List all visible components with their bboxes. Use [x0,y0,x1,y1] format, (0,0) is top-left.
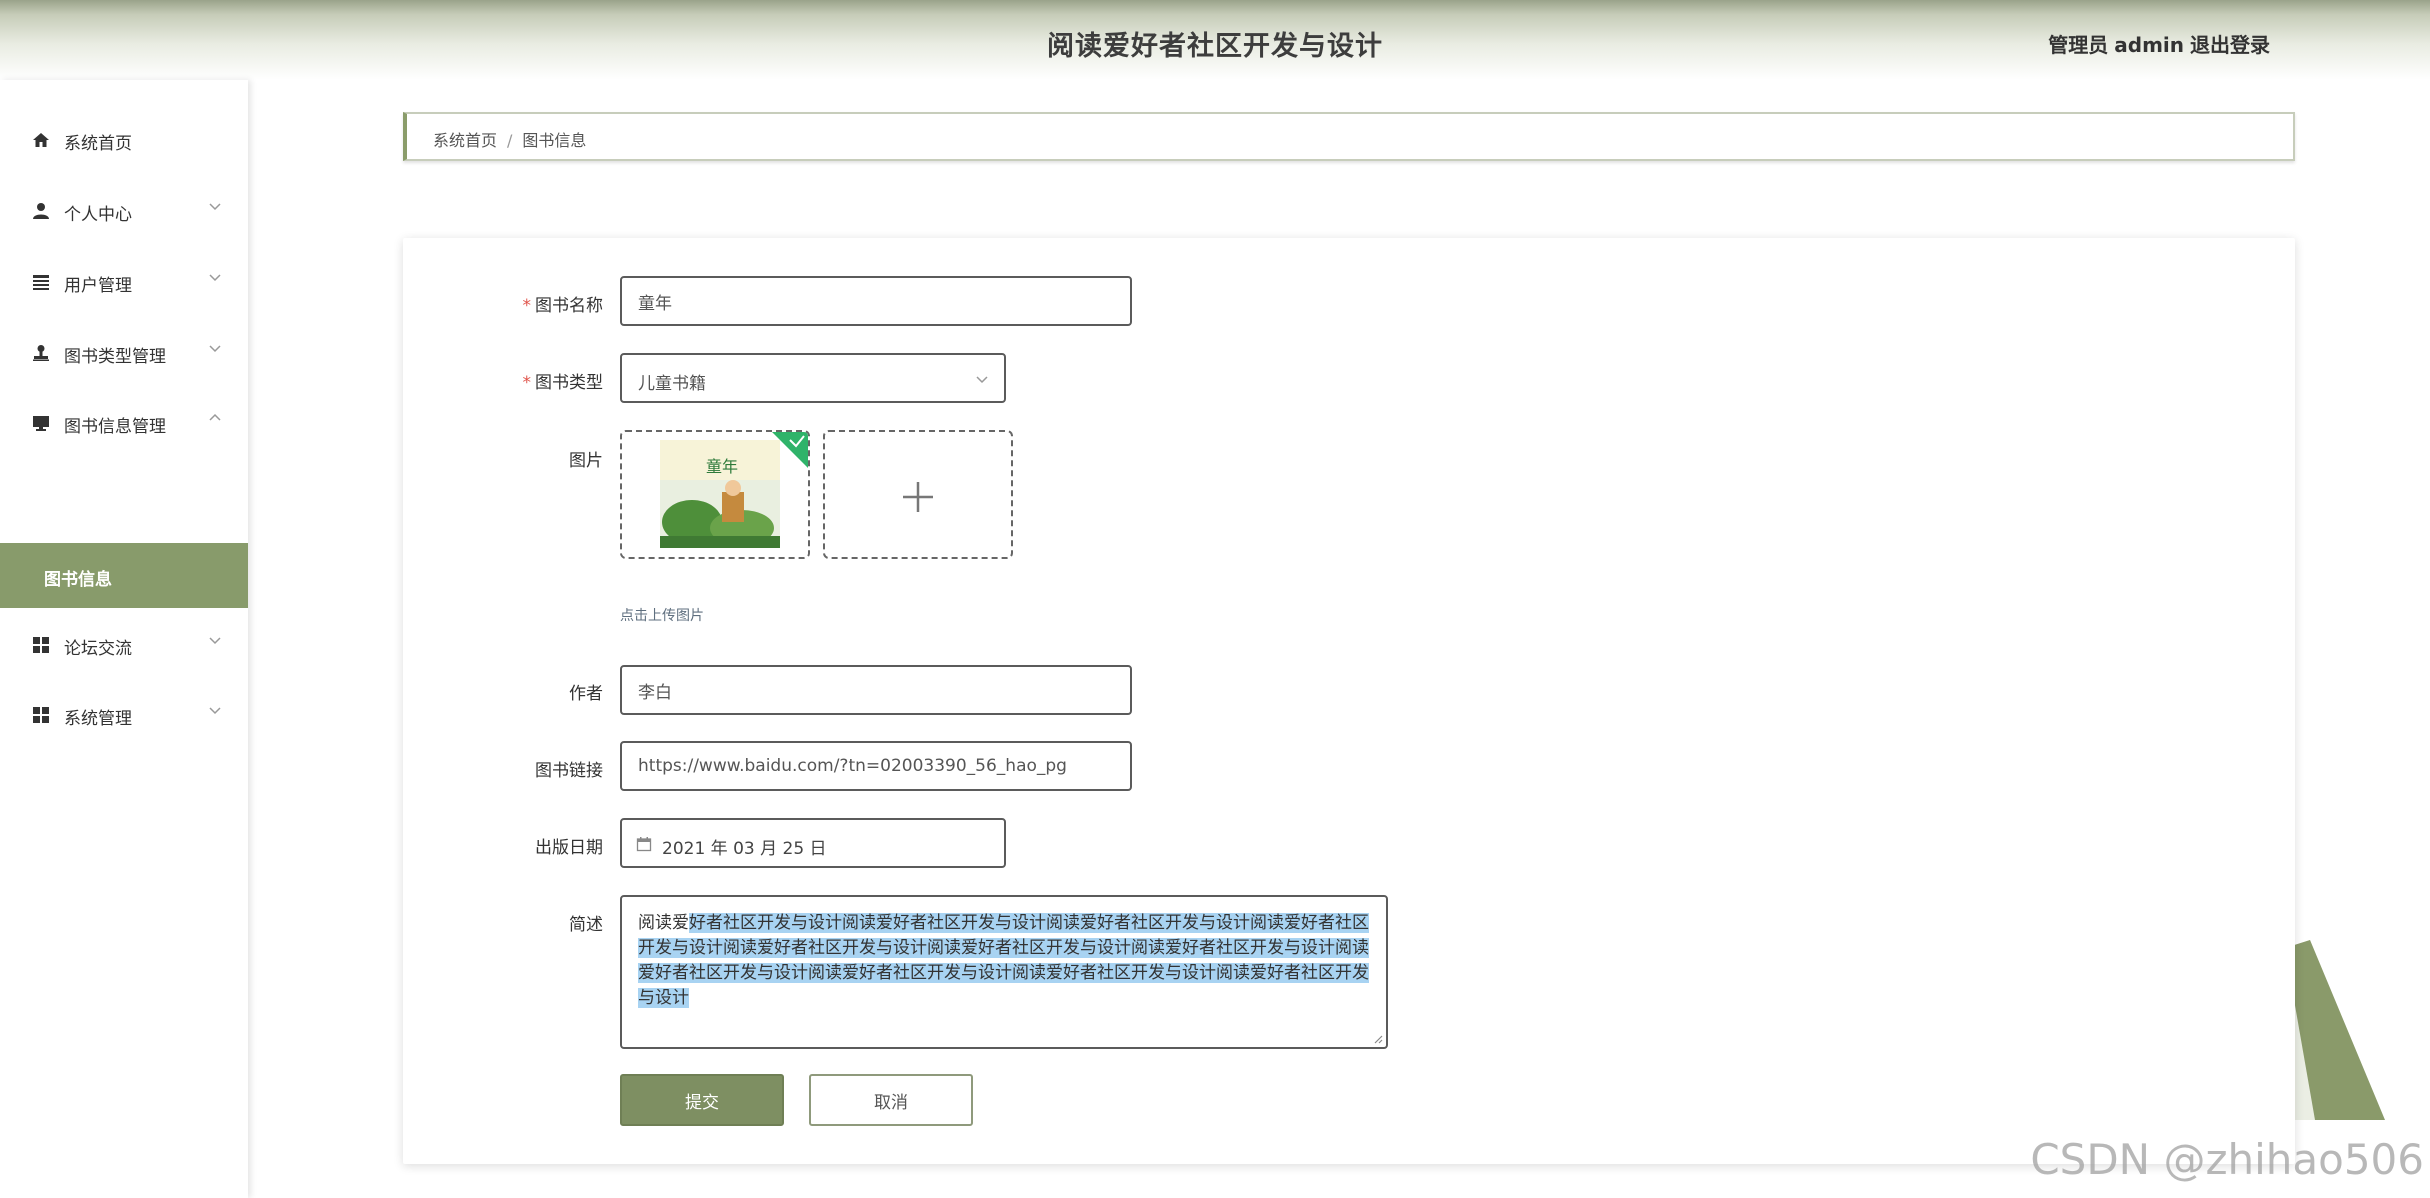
breadcrumb-separator: / [507,131,513,150]
book-type-select[interactable]: 儿童书籍 [620,353,1006,403]
logout-link[interactable]: 退出登录 [2190,33,2270,57]
book-name-label: * 图书名称 [522,296,604,316]
submit-button[interactable]: 提交 [620,1074,784,1126]
book-form-card: *图书名称 *图书类型 儿童书籍 图片 童年 点击上传图片 [403,238,2295,1164]
sidebar-item-label: 个人中心 [64,205,132,225]
image-label: 图片 [569,451,603,471]
sidebar-item-personal-center[interactable]: 个人中心 [0,181,248,241]
publish-date-picker[interactable]: 2021 年 03 月 25 日 [620,818,1006,868]
top-header: 阅读爱好者社区开发与设计 管理员 admin 退出登录 [0,0,2430,80]
sidebar-item-system-management[interactable]: 系统管理 [0,685,248,745]
plus-icon [903,482,933,512]
resize-grip-icon[interactable] [1373,1034,1383,1044]
calendar-icon [636,837,652,852]
publish-date-value: 2021 年 03 月 25 日 [662,839,827,859]
sidebar-item-label: 系统管理 [64,709,132,729]
sidebar-subitem-label: 图书信息 [44,570,112,590]
grid-icon [33,707,49,723]
chevron-up-icon [209,413,221,421]
book-link-input[interactable] [620,741,1132,791]
description-label: 简述 [569,915,603,935]
home-icon [33,133,49,147]
required-mark: * [522,296,532,316]
description-textarea[interactable]: 阅读爱好者社区开发与设计阅读爱好者社区开发与设计阅读爱好者社区开发与设计阅读爱好… [620,895,1388,1049]
book-type-value: 儿童书籍 [638,374,706,394]
chevron-down-icon [209,707,221,715]
book-type-label: * 图书类型 [522,373,604,393]
book-cover-thumbnail: 童年 [622,432,808,557]
sidebar: 系统首页 个人中心 用户管理 图书类型管理 图书信息管理 图书信息 论坛交流 系… [0,80,248,1198]
stamp-icon [33,345,49,361]
cancel-button[interactable]: 取消 [809,1074,973,1126]
sidebar-item-label: 系统首页 [64,134,132,154]
uploaded-image-card[interactable]: 童年 [620,430,810,559]
monitor-icon [33,416,49,431]
sidebar-item-label: 论坛交流 [64,639,132,659]
description-text: 阅读爱 [638,913,689,933]
breadcrumb-current: 图书信息 [522,131,587,150]
publish-date-label: 出版日期 [535,838,603,858]
grid-icon [33,637,49,653]
book-link-label: 图书链接 [535,761,603,781]
book-name-input[interactable] [620,276,1132,326]
user-icon [33,203,49,219]
sidebar-item-label: 图书类型管理 [64,347,166,367]
chevron-down-icon [209,203,221,211]
sidebar-subitem-book-info[interactable]: 图书信息 [0,543,248,608]
watermark: CSDN @zhihao506 [2030,1135,2424,1184]
username: admin [2114,33,2184,57]
chevron-down-icon [209,274,221,282]
user-role: 管理员 [2048,33,2109,57]
author-input[interactable] [620,665,1132,715]
author-label: 作者 [569,684,603,704]
sidebar-item-home[interactable]: 系统首页 [0,110,248,170]
user-area: 管理员 admin 退出登录 [2042,29,2270,58]
thumbnail-title: 童年 [706,457,738,476]
sidebar-item-user-management[interactable]: 用户管理 [0,252,248,312]
chevron-down-icon [209,345,221,353]
sidebar-item-book-info-management[interactable]: 图书信息管理 [0,393,248,453]
sidebar-item-label: 用户管理 [64,276,132,296]
required-mark: * [522,373,532,393]
sidebar-item-label: 图书信息管理 [64,417,166,437]
breadcrumb: 系统首页 / 图书信息 [403,112,2295,161]
chevron-down-icon [976,376,988,384]
sidebar-item-forum[interactable]: 论坛交流 [0,615,248,675]
upload-image-button[interactable] [823,430,1013,559]
breadcrumb-home-link[interactable]: 系统首页 [433,131,497,150]
description-selected-text: 好者社区开发与设计阅读爱好者社区开发与设计阅读爱好者社区开发与设计阅读爱好者社区… [638,913,1369,1008]
sidebar-item-book-type-management[interactable]: 图书类型管理 [0,323,248,383]
list-icon [33,275,49,290]
upload-hint: 点击上传图片 [620,608,704,624]
chevron-down-icon [209,637,221,645]
